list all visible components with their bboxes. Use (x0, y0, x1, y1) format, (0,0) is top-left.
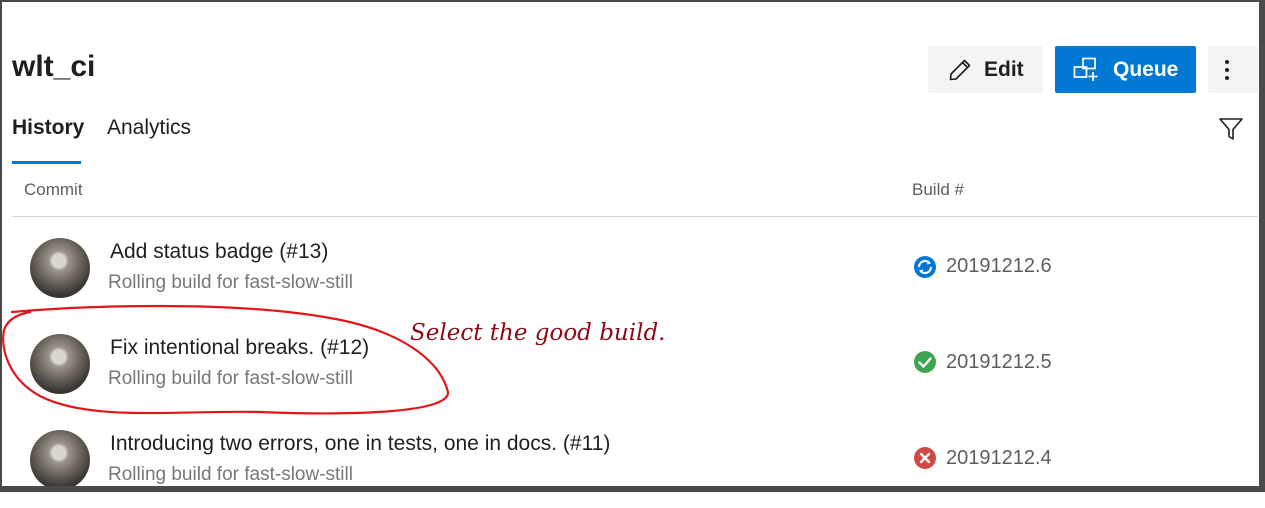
tab-analytics[interactable]: Analytics (107, 116, 191, 140)
more-vertical-icon (1225, 59, 1229, 80)
edit-button-label: Edit (984, 57, 1024, 81)
commit-title: Introducing two errors, one in tests, on… (110, 432, 611, 455)
more-actions-button[interactable] (1208, 46, 1258, 93)
build-number: 20191212.4 (946, 447, 1052, 469)
edit-button[interactable]: Edit (928, 46, 1043, 93)
queue-button-label: Queue (1113, 57, 1179, 81)
avatar (30, 430, 90, 490)
commit-subtitle: Rolling build for fast-slow-still (108, 464, 353, 485)
queue-icon (1073, 57, 1098, 81)
pencil-icon (949, 59, 971, 80)
table-row[interactable]: Introducing two errors, one in tests, on… (12, 412, 1258, 508)
tab-selected-indicator (12, 161, 81, 164)
commit-subtitle: Rolling build for fast-slow-still (108, 368, 353, 389)
queue-button[interactable]: Queue (1055, 46, 1196, 93)
in-progress-icon (914, 256, 936, 278)
avatar (30, 238, 90, 298)
commit-title: Add status badge (#13) (110, 240, 329, 263)
build-number: 20191212.6 (946, 255, 1052, 277)
filter-button[interactable] (1218, 116, 1244, 147)
build-number: 20191212.5 (946, 351, 1052, 373)
page-title: wlt_ci (12, 50, 96, 83)
filter-icon (1219, 118, 1243, 140)
header-divider (12, 216, 1258, 217)
tab-history-label: History (12, 116, 85, 139)
tab-analytics-label: Analytics (107, 116, 192, 139)
success-check-icon (914, 351, 936, 373)
tab-history[interactable]: History (12, 116, 84, 140)
annotation-text: Select the good build. (410, 320, 666, 346)
column-header-commit[interactable]: Commit (24, 180, 83, 200)
table-row[interactable]: Add status badge (#13) Rolling build for… (12, 220, 1258, 316)
commit-title: Fix intentional breaks. (#12) (110, 336, 370, 359)
column-header-build[interactable]: Build # (912, 180, 964, 200)
failed-x-icon (914, 447, 936, 469)
commit-subtitle: Rolling build for fast-slow-still (108, 272, 353, 293)
avatar (30, 334, 90, 394)
